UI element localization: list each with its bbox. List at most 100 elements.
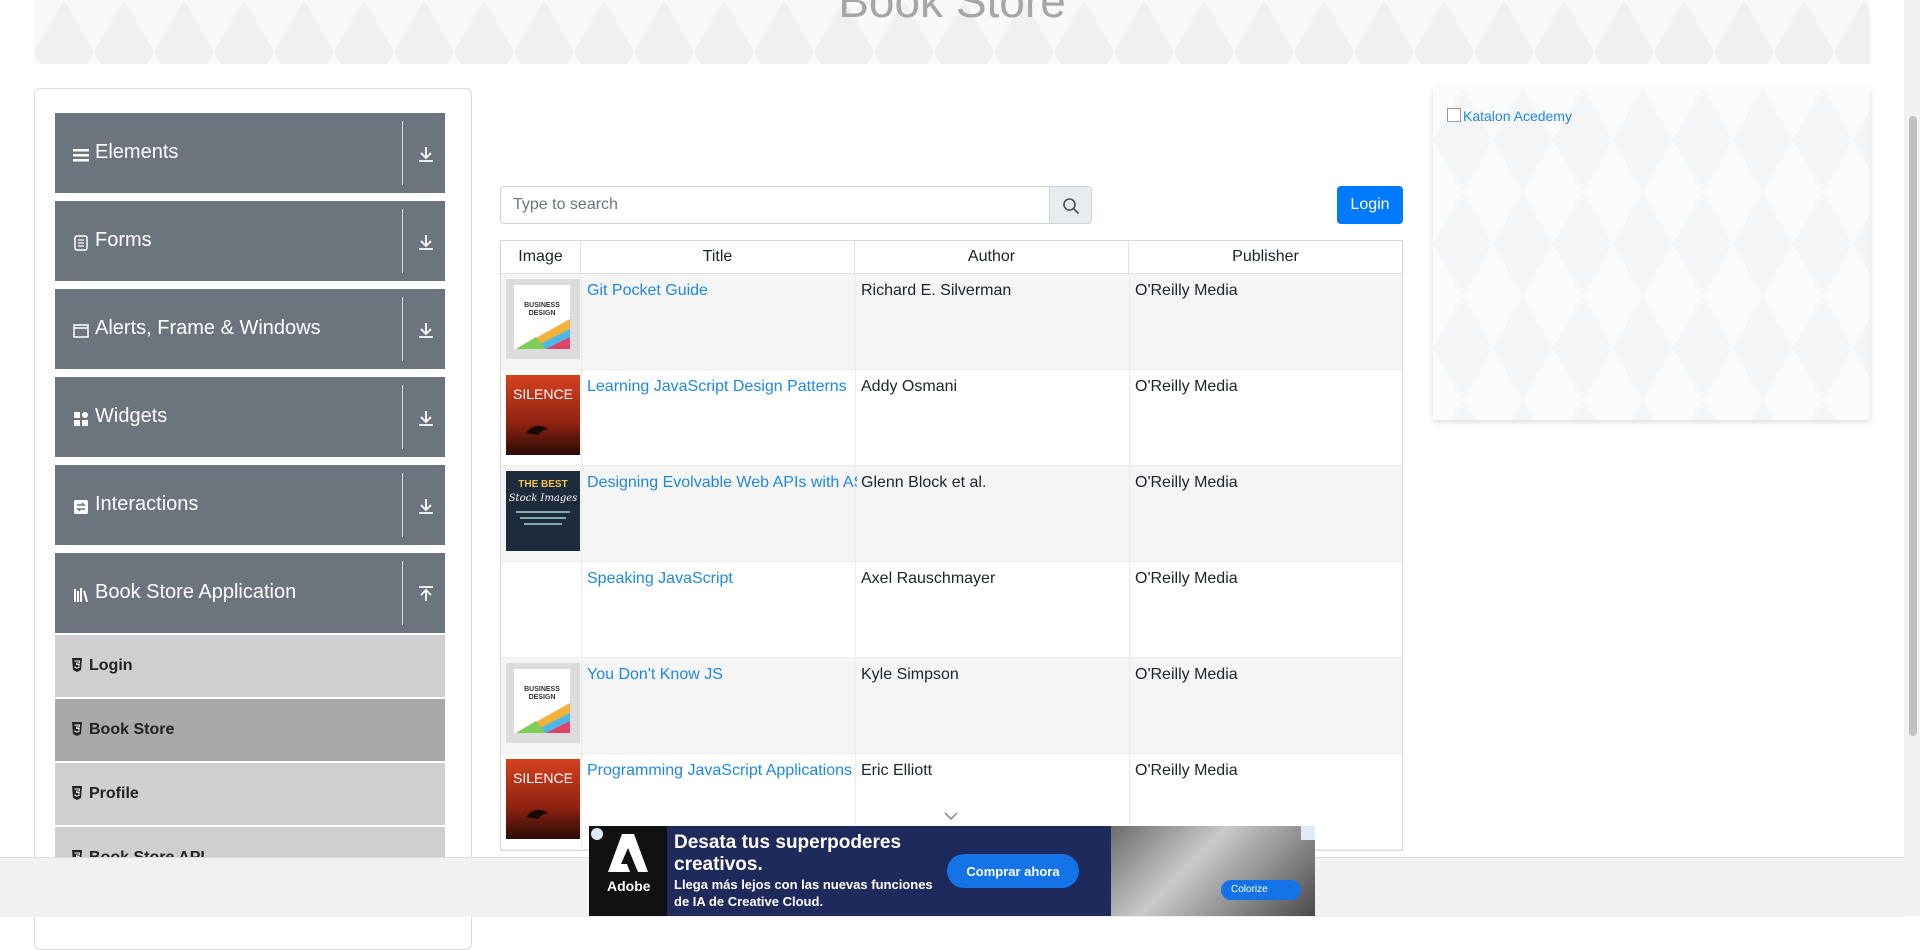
- sidebar-item-label: Login: [89, 657, 133, 674]
- column-divider: [581, 562, 582, 657]
- adobe-banner-ad[interactable]: Adobe Desata tus superpoderes creativos.…: [589, 826, 1315, 916]
- book-cover-image: [506, 567, 580, 647]
- broken-image-icon: [1447, 108, 1461, 122]
- download-arrow-icon[interactable]: [417, 145, 435, 163]
- book-author: Kyle Simpson: [861, 666, 959, 683]
- svg-text:SILENCE: SILENCE: [513, 386, 573, 402]
- sidebar-group-widgets[interactable]: Widgets: [55, 377, 445, 457]
- scrollbar-thumb[interactable]: [1909, 116, 1917, 736]
- download-arrow-icon[interactable]: [417, 409, 435, 427]
- html5-icon: [72, 658, 82, 672]
- sidebar-group-label: Alerts, Frame & Windows: [95, 317, 321, 339]
- book-publisher: O'Reilly Media: [1135, 282, 1238, 299]
- html5-icon: [72, 786, 82, 800]
- book-title-link[interactable]: Git Pocket Guide: [587, 282, 857, 300]
- table-row: BUSINESS DESIGN You Don't Know JS Kyle Simp…: [501, 658, 1402, 754]
- chevron-down-icon[interactable]: [942, 810, 960, 822]
- book-cover-image: THE BEST Stock Images: [506, 471, 580, 551]
- svg-text:DESIGN: DESIGN: [529, 310, 556, 317]
- book-title-link[interactable]: Learning JavaScript Design Patterns: [587, 378, 857, 396]
- sidebar-group-alerts[interactable]: Alerts, Frame & Windows: [55, 289, 445, 369]
- sidebar-group-label: Elements: [95, 141, 179, 163]
- svg-text:Stock Images: Stock Images: [509, 493, 578, 504]
- books-table: Image Title Author Publisher BUSINESS DES…: [500, 240, 1403, 851]
- adobe-icon: [608, 834, 648, 872]
- book-cover-image: BUSINESS DESIGN: [506, 663, 580, 743]
- svg-text:DESIGN: DESIGN: [529, 694, 556, 701]
- search-button[interactable]: [1050, 186, 1092, 224]
- column-divider: [1129, 466, 1130, 561]
- svg-text:BUSINESS: BUSINESS: [524, 686, 560, 693]
- katalon-ad-link[interactable]: Katalon Acedemy: [1447, 108, 1572, 124]
- column-divider: [1129, 370, 1130, 465]
- search-input[interactable]: [500, 186, 1050, 224]
- table-row: THE BEST Stock Images Designing Evolvable …: [501, 466, 1402, 562]
- interactions-icon: [74, 500, 88, 514]
- login-button[interactable]: Login: [1337, 186, 1403, 224]
- sidebar-item-label: Book Store: [89, 721, 175, 738]
- adchoices-icon[interactable]: [1301, 826, 1315, 840]
- ad-info-icon[interactable]: [591, 828, 603, 840]
- sidebar-group-elements[interactable]: Elements: [55, 113, 445, 193]
- svg-text:BUSINESS: BUSINESS: [524, 302, 560, 309]
- table-body: BUSINESS DESIGN Git Pocket Guide Richard E.…: [501, 274, 1402, 850]
- column-header-image[interactable]: Image: [501, 241, 581, 273]
- column-divider: [1129, 274, 1130, 369]
- column-header-publisher[interactable]: Publisher: [1129, 241, 1402, 273]
- divider: [402, 297, 403, 361]
- sidebar-group-interactions[interactable]: Interactions: [55, 465, 445, 545]
- book-title-link[interactable]: You Don't Know JS: [587, 666, 857, 684]
- katalon-ad[interactable]: Katalon Acedemy: [1433, 88, 1870, 420]
- svg-text:SILENCE: SILENCE: [513, 770, 573, 786]
- widgets-icon: [74, 412, 88, 426]
- divider: [402, 121, 403, 185]
- column-divider: [581, 754, 582, 849]
- download-arrow-icon[interactable]: [417, 497, 435, 515]
- window-icon: [73, 324, 89, 338]
- form-icon: [74, 235, 88, 251]
- column-divider: [1129, 658, 1130, 753]
- book-author: Eric Elliott: [861, 762, 933, 779]
- column-divider: [581, 466, 582, 561]
- column-header-author[interactable]: Author: [855, 241, 1129, 273]
- sidebar-group-label: Widgets: [95, 405, 168, 427]
- book-title-link[interactable]: Programming JavaScript Applications: [587, 762, 857, 780]
- sidebar-group-book-store[interactable]: Book Store Application: [55, 553, 445, 633]
- html5-icon: [72, 722, 82, 736]
- book-publisher: O'Reilly Media: [1135, 762, 1238, 779]
- sidebar-item-book-store[interactable]: Book Store: [55, 698, 445, 761]
- upload-arrow-icon[interactable]: [417, 585, 435, 603]
- book-publisher: O'Reilly Media: [1135, 474, 1238, 491]
- book-cover-image: SILENCE: [506, 375, 580, 455]
- book-publisher: O'Reilly Media: [1135, 570, 1238, 587]
- table-row: BUSINESS DESIGN Git Pocket Guide Richard E.…: [501, 274, 1402, 370]
- adobe-brand: Adobe: [607, 878, 651, 894]
- book-cover-image: SILENCE: [506, 759, 580, 839]
- book-author: Richard E. Silverman: [861, 282, 1012, 299]
- divider: [402, 561, 403, 625]
- table-row: Speaking JavaScript Axel Rauschmayer O'Rei…: [501, 562, 1402, 658]
- book-cover-image: BUSINESS DESIGN: [506, 279, 580, 359]
- download-arrow-icon[interactable]: [417, 321, 435, 339]
- sidebar-item-label: Profile: [89, 785, 139, 802]
- sidebar-group-forms[interactable]: Forms: [55, 201, 445, 281]
- sidebar-item-login[interactable]: Login: [55, 634, 445, 697]
- table-row: SILENCE Learning JavaScript Design Patter…: [501, 370, 1402, 466]
- column-divider: [581, 370, 582, 465]
- ad-subline: Llega más lejos con las nuevas funciones…: [674, 877, 933, 909]
- hamburger-icon: [73, 149, 89, 162]
- table-header: Image Title Author Publisher: [501, 241, 1402, 274]
- ad-cta-button[interactable]: Comprar ahora: [947, 854, 1079, 888]
- column-header-title[interactable]: Title: [581, 241, 855, 273]
- download-arrow-icon[interactable]: [417, 233, 435, 251]
- book-title-link[interactable]: Speaking JavaScript: [587, 570, 857, 588]
- column-divider: [581, 658, 582, 753]
- page-banner: Book Store: [34, 0, 1870, 64]
- sidebar-group-label: Interactions: [95, 493, 199, 515]
- svg-text:THE BEST: THE BEST: [518, 479, 567, 490]
- sidebar-item-profile[interactable]: Profile: [55, 762, 445, 825]
- book-author: Addy Osmani: [861, 378, 958, 395]
- book-title-link[interactable]: Designing Evolvable Web APIs with ASP.NE…: [587, 474, 857, 492]
- ad-colorize-pill: Colorize: [1221, 880, 1301, 900]
- column-divider: [1129, 562, 1130, 657]
